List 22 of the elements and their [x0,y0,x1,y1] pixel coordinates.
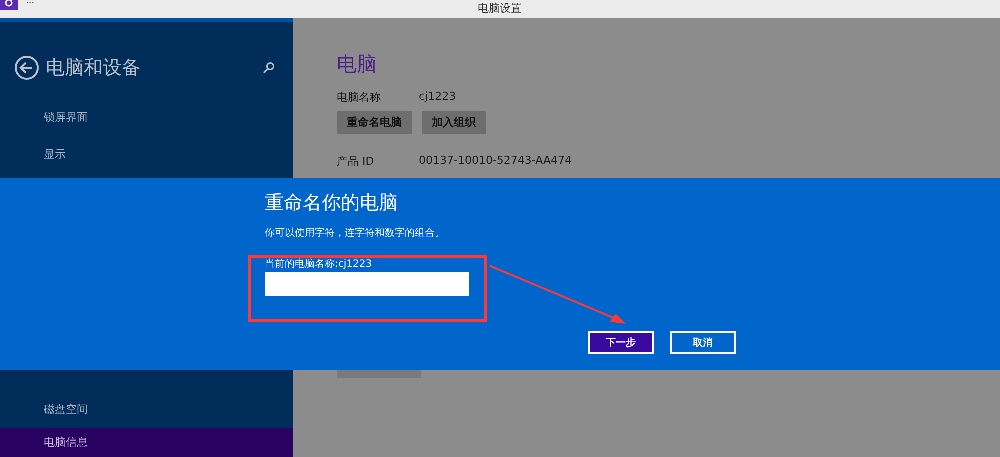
menu-glyph[interactable]: ··· [26,0,35,8]
search-icon[interactable] [263,62,275,74]
dialog-button[interactable]: 下一步 [588,331,654,354]
field-label: 当前的电脑名称:cj1223 [265,258,374,271]
dialog-hint: 你可以使用字符，连字符和数字的组合。 [265,226,446,240]
action-button[interactable]: 加入组织 [422,111,486,134]
field-label: 产品 ID [337,154,376,169]
name-input[interactable] [265,272,469,296]
sidebar-item[interactable]: 显示 [0,136,293,173]
field-value: 00137-10010-52743-AA474 [419,154,572,169]
sidebar-title: 电脑和设备 [46,56,142,81]
sidebar-item[interactable]: 电脑信息 [0,428,293,457]
field-label: 电脑名称 [337,90,382,105]
dialog-title: 重命名你的电脑 [265,191,399,216]
sidebar-item[interactable]: 磁盘空间 [0,391,293,428]
window-title: 电脑设置 [478,2,522,15]
dialog-button[interactable]: 取消 [670,331,736,354]
sidebar-item[interactable]: 锁屏界面 [0,99,293,136]
page-title: 电脑 [337,51,378,78]
field-value: cj1223 [419,90,456,105]
back-icon[interactable] [14,55,40,81]
action-button[interactable]: 重命名电脑 [337,111,412,134]
